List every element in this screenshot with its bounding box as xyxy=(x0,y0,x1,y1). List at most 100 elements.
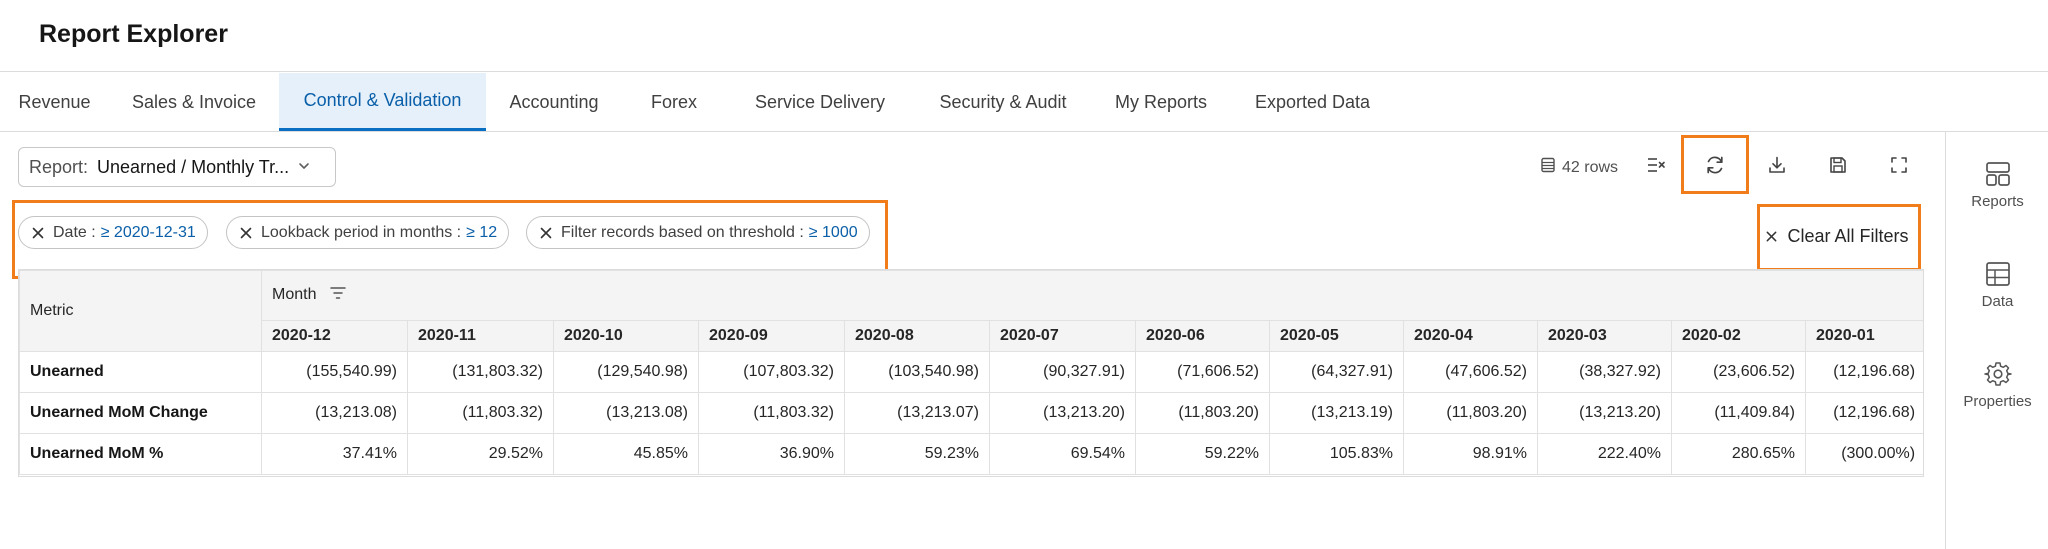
tab-sales-invoice[interactable]: Sales & Invoice xyxy=(109,73,279,131)
close-icon[interactable] xyxy=(539,226,553,240)
table-cell: (13,213.07) xyxy=(844,392,990,434)
app-header: Report Explorer xyxy=(0,0,2048,72)
tab-accounting[interactable]: Accounting xyxy=(486,73,622,131)
close-icon[interactable] xyxy=(31,226,45,240)
filter-chip-lookback[interactable]: Lookback period in months : ≥ 12 xyxy=(226,216,510,249)
table-cell: 36.90% xyxy=(698,433,845,475)
filter-chip-threshold[interactable]: Filter records based on threshold : ≥ 10… xyxy=(526,216,870,249)
save-icon xyxy=(1828,155,1848,180)
row-metric-label: Unearned xyxy=(19,351,262,393)
column-header-2020-01[interactable]: 2020-01 xyxy=(1804,319,1923,353)
table-cell: (300.00%) xyxy=(1804,433,1923,475)
table-cell: (13,213.20) xyxy=(1537,392,1672,434)
tab-bar: Revenue Sales & Invoice Control & Valida… xyxy=(0,73,2048,132)
tab-revenue[interactable]: Revenue xyxy=(0,73,109,131)
table-cell: 280.65% xyxy=(1671,433,1806,475)
table-row: Unearned MoM % 37.41% 29.52% 45.85% 36.9… xyxy=(19,433,1923,475)
table-cell: (13,213.20) xyxy=(989,392,1136,434)
filter-chip-value: ≥ 2020-12-31 xyxy=(100,223,196,241)
app-title: Report Explorer xyxy=(39,20,228,48)
sidebar-item-label: Properties xyxy=(1963,393,2032,410)
filter-chip-label: Date : xyxy=(53,223,96,241)
tab-security-audit[interactable]: Security & Audit xyxy=(914,73,1092,131)
table-cell: 37.41% xyxy=(261,433,408,475)
table-cell: (11,803.32) xyxy=(698,392,845,434)
report-table: Metric Month 2020-12 2020-11 2020-10 202… xyxy=(18,269,1924,477)
column-header-2020-02[interactable]: 2020-02 xyxy=(1671,319,1806,353)
table-cell: 98.91% xyxy=(1403,433,1538,475)
report-select-label: Report: xyxy=(29,156,89,177)
table-cell: (12,196.68) xyxy=(1804,351,1923,393)
report-select-value: Unearned / Monthly Tr... xyxy=(97,156,290,177)
table-cell: 29.52% xyxy=(407,433,554,475)
download-icon xyxy=(1767,155,1787,180)
sidebar-item-data[interactable]: Data xyxy=(1946,260,2048,310)
column-header-2020-10[interactable]: 2020-10 xyxy=(553,319,699,353)
close-icon[interactable] xyxy=(239,226,253,240)
column-header-2020-05[interactable]: 2020-05 xyxy=(1269,319,1404,353)
save-button[interactable] xyxy=(1816,145,1860,189)
clear-columns-button[interactable] xyxy=(1634,145,1678,189)
filter-icon[interactable] xyxy=(316,286,347,305)
rows-icon xyxy=(1540,157,1562,178)
month-header-label: Month xyxy=(272,286,317,304)
report-select[interactable]: Report: Unearned / Monthly Tr... xyxy=(18,147,336,187)
table-cell: 59.22% xyxy=(1135,433,1270,475)
table-cell: (38,327.92) xyxy=(1537,351,1672,393)
table-cell: 69.54% xyxy=(989,433,1136,475)
table-cell: (13,213.19) xyxy=(1269,392,1404,434)
table-cell: 59.23% xyxy=(844,433,990,475)
tab-service-delivery[interactable]: Service Delivery xyxy=(726,73,914,131)
sidebar-item-label: Reports xyxy=(1971,193,2024,210)
column-header-2020-06[interactable]: 2020-06 xyxy=(1135,319,1270,353)
table-cell: (11,409.84) xyxy=(1671,392,1806,434)
filter-chip-date[interactable]: Date : ≥ 2020-12-31 xyxy=(18,216,208,249)
right-sidebar: Reports Data Properties xyxy=(1945,132,2048,549)
table-row: Unearned (155,540.99) (131,803.32) (129,… xyxy=(19,351,1923,393)
tab-my-reports[interactable]: My Reports xyxy=(1092,73,1230,131)
table-cell: (64,327.91) xyxy=(1269,351,1404,393)
refresh-icon xyxy=(1704,154,1726,181)
table-cell: (12,196.68) xyxy=(1804,392,1923,434)
fullscreen-button[interactable] xyxy=(1877,145,1921,189)
column-header-2020-07[interactable]: 2020-07 xyxy=(989,319,1136,353)
table-cell: (47,606.52) xyxy=(1403,351,1538,393)
clear-columns-icon xyxy=(1646,155,1666,180)
download-button[interactable] xyxy=(1755,145,1799,189)
close-icon xyxy=(1765,230,1778,243)
column-header-2020-12[interactable]: 2020-12 xyxy=(261,319,408,353)
row-count: 42 rows xyxy=(1540,157,1618,178)
row-count-text: 42 rows xyxy=(1562,158,1619,176)
sidebar-item-reports[interactable]: Reports xyxy=(1946,160,2048,210)
table-cell: (11,803.20) xyxy=(1403,392,1538,434)
clear-all-filters-button[interactable]: Clear All Filters xyxy=(1756,204,1918,268)
table-cell: (155,540.99) xyxy=(261,351,408,393)
table-cell: (90,327.91) xyxy=(989,351,1136,393)
filter-chip-value: ≥ 1000 xyxy=(808,223,858,241)
table-cell: (131,803.32) xyxy=(407,351,554,393)
row-metric-label: Unearned MoM % xyxy=(19,433,262,475)
row-metric-label: Unearned MoM Change xyxy=(19,392,262,434)
metric-column-header: Metric xyxy=(19,270,262,352)
tab-control-validation[interactable]: Control & Validation xyxy=(279,73,486,131)
table-cell: 105.83% xyxy=(1269,433,1404,475)
tab-forex[interactable]: Forex xyxy=(622,73,726,131)
table-cell: 45.85% xyxy=(553,433,699,475)
table-row: Unearned MoM Change (13,213.08) (11,803.… xyxy=(19,392,1923,434)
column-header-2020-03[interactable]: 2020-03 xyxy=(1537,319,1672,353)
tab-exported-data[interactable]: Exported Data xyxy=(1230,73,1395,131)
column-header-2020-09[interactable]: 2020-09 xyxy=(698,319,845,353)
table-cell: (103,540.98) xyxy=(844,351,990,393)
column-header-2020-08[interactable]: 2020-08 xyxy=(844,319,990,353)
column-header-2020-11[interactable]: 2020-11 xyxy=(407,319,554,353)
table-cell: (107,803.32) xyxy=(698,351,845,393)
sidebar-item-properties[interactable]: Properties xyxy=(1946,360,2048,410)
clear-all-filters-label: Clear All Filters xyxy=(1787,225,1909,246)
sidebar-item-label: Data xyxy=(1981,293,2014,310)
month-group-header[interactable]: Month xyxy=(260,270,1923,321)
column-header-2020-04[interactable]: 2020-04 xyxy=(1403,319,1538,353)
filter-bar: Date : ≥ 2020-12-31 Lookback period in m… xyxy=(18,204,1924,268)
table-cell: (13,213.08) xyxy=(261,392,408,434)
table-cell: 222.40% xyxy=(1537,433,1672,475)
refresh-button[interactable] xyxy=(1693,145,1737,189)
